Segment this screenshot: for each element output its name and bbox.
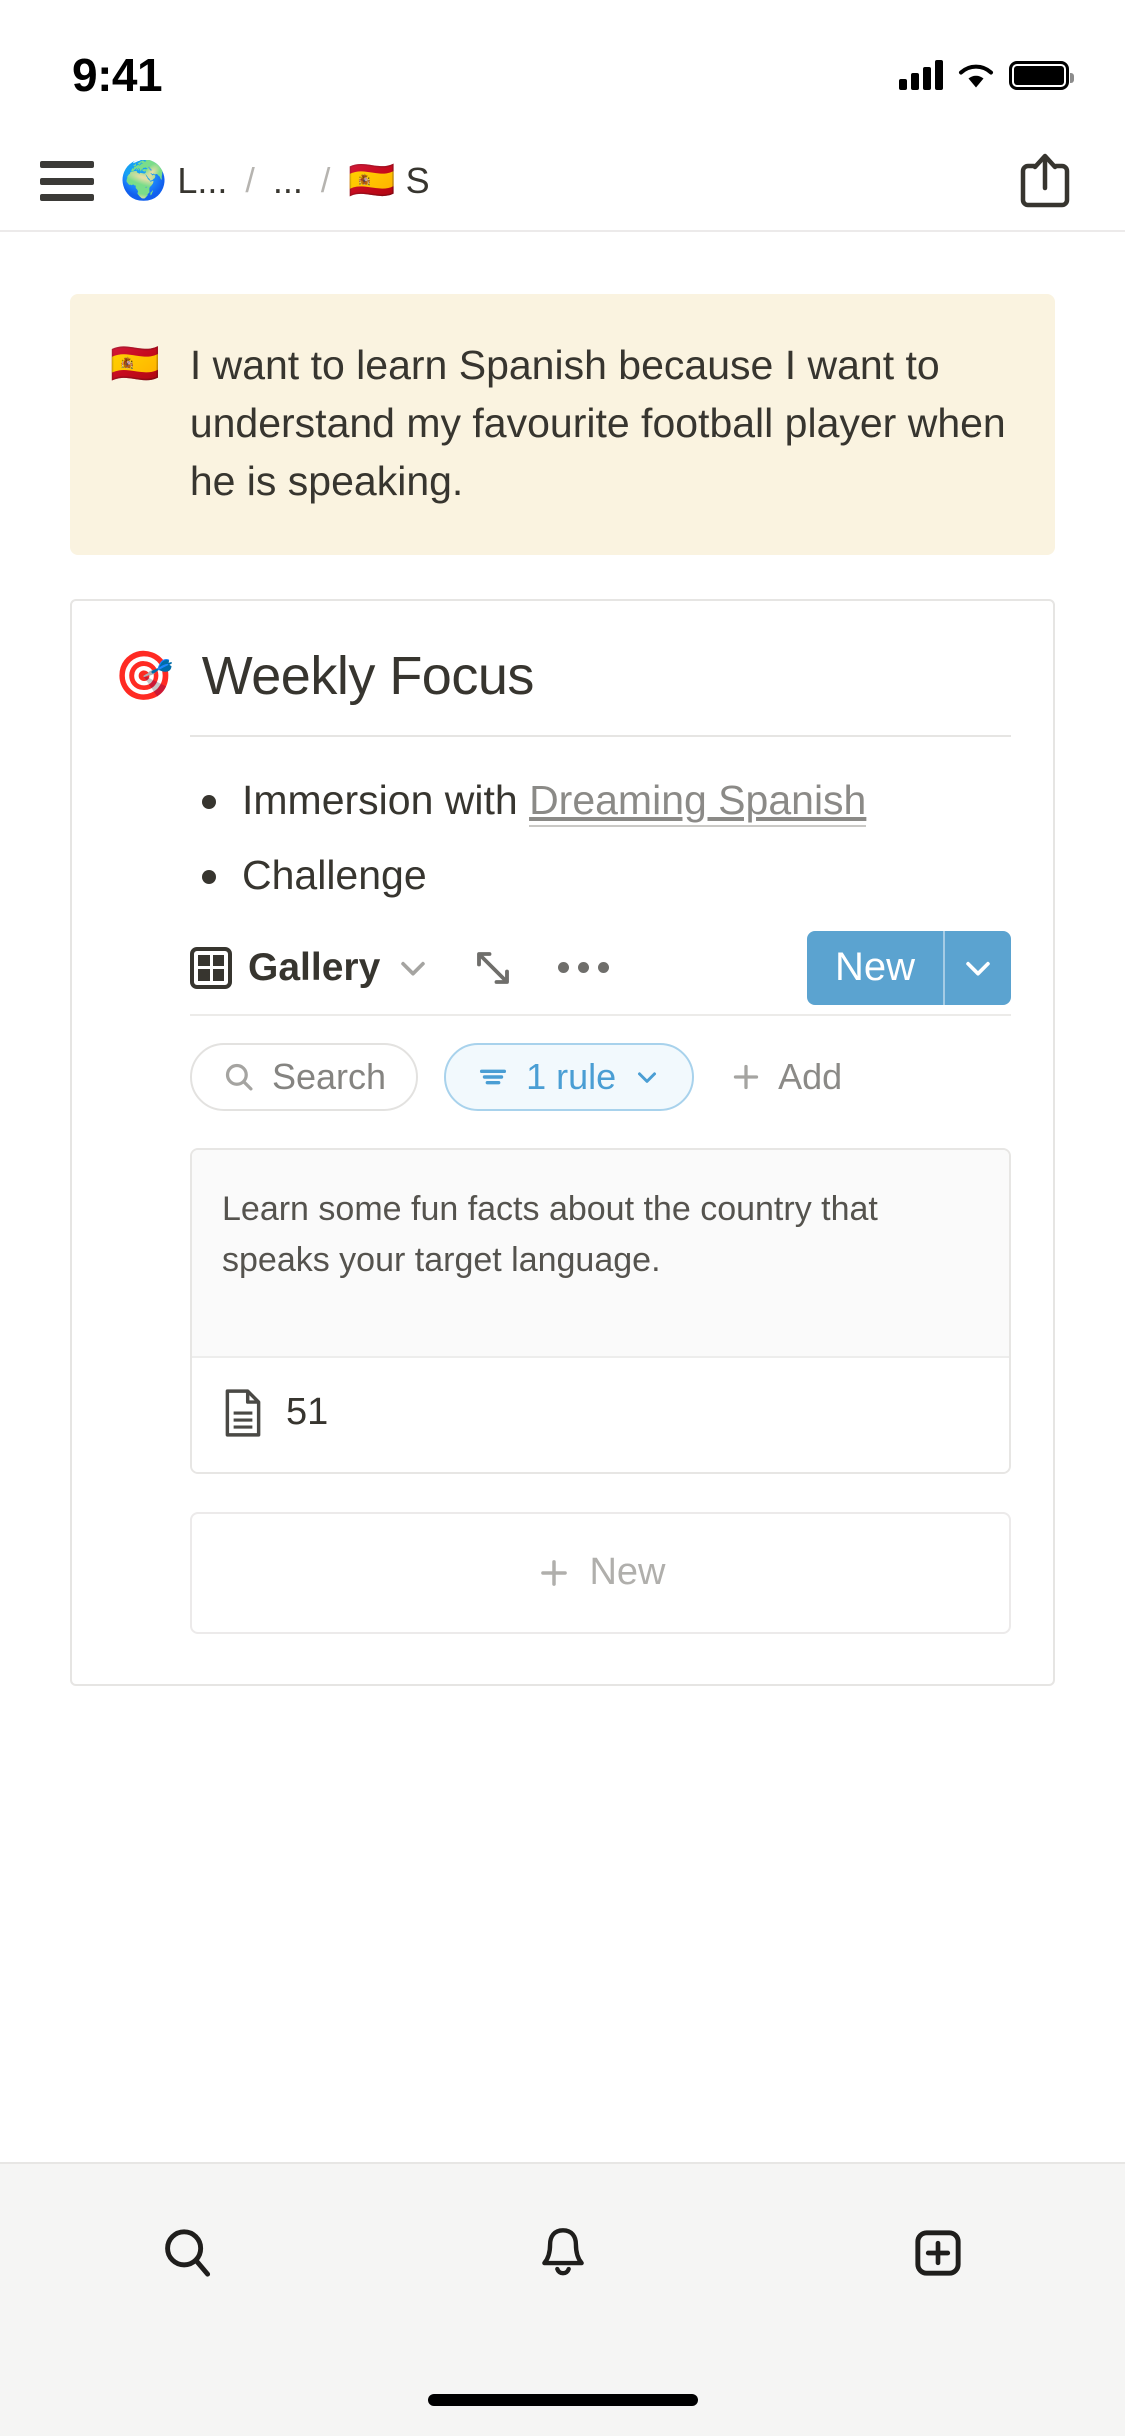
gallery-card-preview: Learn some fun facts about the country t… [192, 1149, 1009, 1356]
breadcrumb: 🌍 L... / ... / 🇪🇸 S [120, 160, 999, 202]
weekly-focus-header: 🎯 Weekly Focus [114, 645, 1011, 707]
expand-diagonal-icon [477, 951, 510, 984]
expand-database-button[interactable] [472, 947, 514, 989]
bottom-tab-search[interactable] [0, 2222, 375, 2284]
share-icon [1020, 153, 1070, 208]
add-filter-button[interactable]: Add [728, 1056, 842, 1098]
spain-flag-icon: 🇪🇸 [110, 342, 160, 386]
dart-target-icon: 🎯 [114, 649, 174, 703]
gallery-card[interactable]: Learn some fun facts about the country t… [190, 1147, 1011, 1474]
add-filter-label: Add [778, 1055, 843, 1097]
new-gallery-card-button[interactable]: New [190, 1511, 1011, 1634]
wifi-icon [959, 64, 993, 88]
list-item: Challenge [190, 846, 1011, 905]
new-page-icon [914, 2230, 961, 2276]
status-bar-indicators [899, 60, 1074, 90]
new-button[interactable]: New [807, 931, 943, 1005]
gallery-card-footer: 51 [192, 1355, 1009, 1472]
breadcrumb-item-1[interactable]: 🌍 L... [120, 160, 227, 202]
cellular-signal-icon [899, 60, 943, 90]
gallery-card-title: 51 [286, 1391, 329, 1434]
status-bar-time: 9:41 [72, 49, 163, 101]
bulleted-list: Immersion with Dreaming Spanish Challeng… [190, 771, 1011, 906]
new-gallery-card-label: New [589, 1551, 666, 1594]
list-item: Immersion with Dreaming Spanish [190, 771, 1011, 830]
search-input[interactable]: Search [190, 1042, 419, 1111]
view-label: Gallery [248, 945, 381, 989]
more-options-button[interactable] [558, 962, 610, 974]
breadcrumb-item-3[interactable]: 🇪🇸 S [348, 160, 429, 202]
bottom-tab-notifications[interactable] [375, 2222, 750, 2284]
callout-block[interactable]: 🇪🇸 I want to learn Spanish because I wan… [70, 294, 1055, 555]
bottom-tab-new-page[interactable] [750, 2222, 1125, 2284]
gallery-card-description: Learn some fun facts about the country t… [222, 1189, 878, 1279]
page-content: 🇪🇸 I want to learn Spanish because I wan… [0, 294, 1125, 1746]
chevron-down-icon [638, 1071, 657, 1083]
spain-flag-icon: 🇪🇸 [348, 160, 396, 202]
breadcrumb-item-3-label: S [405, 160, 430, 201]
chevron-down-icon[interactable] [396, 951, 430, 985]
breadcrumb-item-2[interactable]: ... [273, 160, 303, 202]
divider [190, 734, 1011, 737]
breadcrumb-separator: / [320, 161, 331, 200]
gallery-view-icon [190, 946, 232, 989]
search-placeholder: Search [272, 1055, 387, 1097]
plus-icon [733, 1064, 759, 1089]
page-title: Weekly Focus [201, 645, 535, 706]
top-navigation-bar: 🌍 L... / ... / 🇪🇸 S [0, 132, 1125, 232]
document-icon [225, 1388, 261, 1437]
battery-full-icon [1009, 60, 1074, 90]
hamburger-menu-icon[interactable] [40, 161, 94, 201]
plus-icon [541, 1559, 568, 1586]
home-indicator [427, 2394, 698, 2406]
bell-icon [541, 2228, 584, 2276]
filter-rule-chip[interactable]: 1 rule [444, 1042, 695, 1111]
search-icon [225, 1063, 253, 1091]
tab-gallery-view[interactable]: Gallery [190, 946, 430, 990]
breadcrumb-separator: / [245, 161, 255, 200]
breadcrumb-item-1-label: L... [177, 160, 228, 201]
globe-icon: 🌍 [120, 160, 168, 202]
share-button[interactable] [1005, 141, 1085, 221]
search-icon [164, 2229, 210, 2277]
status-bar: 9:41 [0, 0, 1125, 132]
new-button-group: New [806, 930, 1011, 1005]
bottom-navigation-bar [0, 2162, 1125, 2436]
inline-database: Gallery New Search 1 rule Add Learn some… [190, 922, 1011, 1634]
database-filter-bar: Search 1 rule Add [190, 1016, 1011, 1138]
filter-rule-label: 1 rule [526, 1055, 617, 1097]
more-horizontal-icon [558, 962, 570, 974]
callout-text: I want to learn Spanish because I want t… [189, 342, 1006, 505]
chevron-down-icon [966, 961, 990, 976]
list-item-text: Immersion with [242, 776, 530, 823]
breadcrumb-item-2-label: ... [272, 160, 303, 201]
weekly-focus-card: 🎯 Weekly Focus Immersion with Dreaming S… [70, 598, 1055, 1686]
database-toolbar: Gallery New [190, 922, 1011, 1014]
filter-lines-icon [480, 1069, 507, 1084]
dreaming-spanish-link[interactable]: Dreaming Spanish [529, 776, 867, 827]
list-item-text: Challenge [242, 852, 427, 899]
new-button-dropdown[interactable] [945, 931, 1011, 1005]
